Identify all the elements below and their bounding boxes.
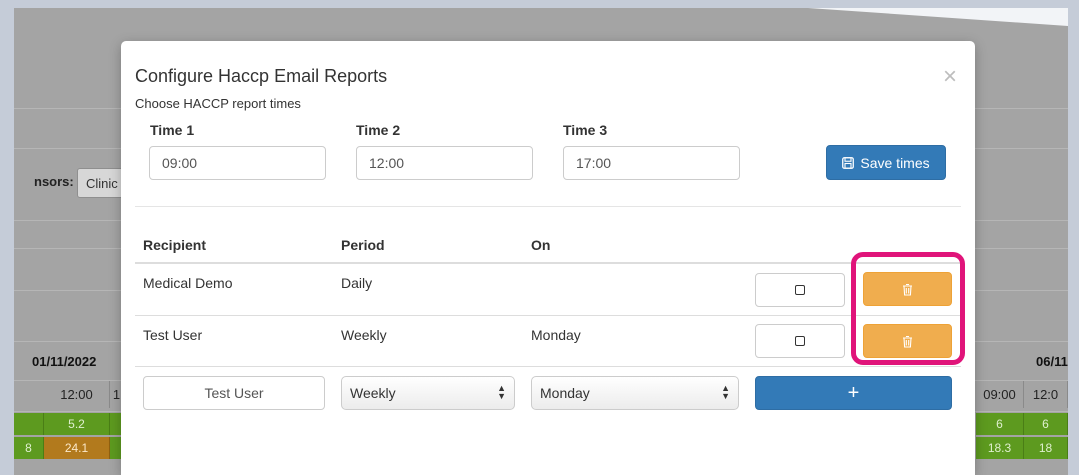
bg-sensors-label: nsors:: [34, 174, 74, 189]
square-icon: [795, 285, 805, 295]
haccp-email-modal: Configure Haccp Email Reports × Choose H…: [121, 41, 975, 475]
bg-time-cell: 12:0: [1024, 381, 1068, 408]
header-recipient: Recipient: [143, 237, 207, 253]
period-select-value: Weekly: [350, 385, 396, 401]
modal-title: Configure Haccp Email Reports: [135, 66, 388, 86]
row-2-period: Weekly: [341, 327, 387, 343]
time-2-input[interactable]: [356, 146, 533, 180]
bg-time-cell: 12:00: [44, 381, 110, 408]
row-1-period: Daily: [341, 275, 373, 291]
row-1-recipient: Medical Demo: [143, 275, 233, 291]
row-2-on: Monday: [531, 327, 581, 343]
bg-date-right: 06/11/: [1036, 354, 1068, 369]
bg-reading-cell: 18: [1024, 437, 1068, 459]
bg-reading-cell: 5.2: [44, 413, 110, 435]
bg-reading-cell: [14, 413, 44, 435]
header-on: On: [531, 237, 551, 253]
save-times-button[interactable]: Save times: [826, 145, 946, 180]
bg-reading-cell: 24.1: [44, 437, 110, 459]
bg-time-cell: 09:00: [976, 381, 1024, 408]
delete-buttons-highlight: [851, 252, 965, 365]
select-arrows-icon: ▲ ▼: [497, 383, 506, 401]
day-select[interactable]: Monday ▲ ▼: [531, 376, 739, 410]
bg-reading-cell: 6: [1024, 413, 1068, 435]
save-icon: [842, 156, 855, 169]
corner-decoration: [808, 8, 1068, 26]
select-arrows-icon: ▲ ▼: [721, 383, 730, 401]
time-2-label: Time 2: [356, 122, 401, 138]
row-1-toggle-button[interactable]: [755, 273, 845, 307]
day-select-value: Monday: [540, 385, 590, 401]
bg-reading-cell: 18.3: [976, 437, 1024, 459]
square-icon: [795, 336, 805, 346]
bg-reading-cell: 8: [14, 437, 44, 459]
time-1-input[interactable]: [149, 146, 326, 180]
time-3-input[interactable]: [563, 146, 740, 180]
period-select[interactable]: Weekly ▲ ▼: [341, 376, 515, 410]
new-recipient-input[interactable]: [143, 376, 325, 410]
row-2-toggle-button[interactable]: [755, 324, 845, 358]
row-2-recipient: Test User: [143, 327, 203, 343]
header-period: Period: [341, 237, 385, 253]
table-header-rule: [135, 262, 961, 264]
row-rule: [135, 315, 961, 316]
save-times-label: Save times: [860, 154, 930, 171]
close-icon[interactable]: ×: [943, 65, 957, 89]
time-1-label: Time 1: [150, 122, 195, 138]
section-divider: [135, 206, 961, 207]
time-3-label: Time 3: [563, 122, 608, 138]
bg-reading-cell: 6: [976, 413, 1024, 435]
modal-subtitle: Choose HACCP report times: [135, 96, 301, 111]
row-rule: [135, 366, 961, 367]
add-recipient-button[interactable]: +: [755, 376, 952, 410]
bg-date-left: 01/11/2022: [32, 354, 97, 369]
